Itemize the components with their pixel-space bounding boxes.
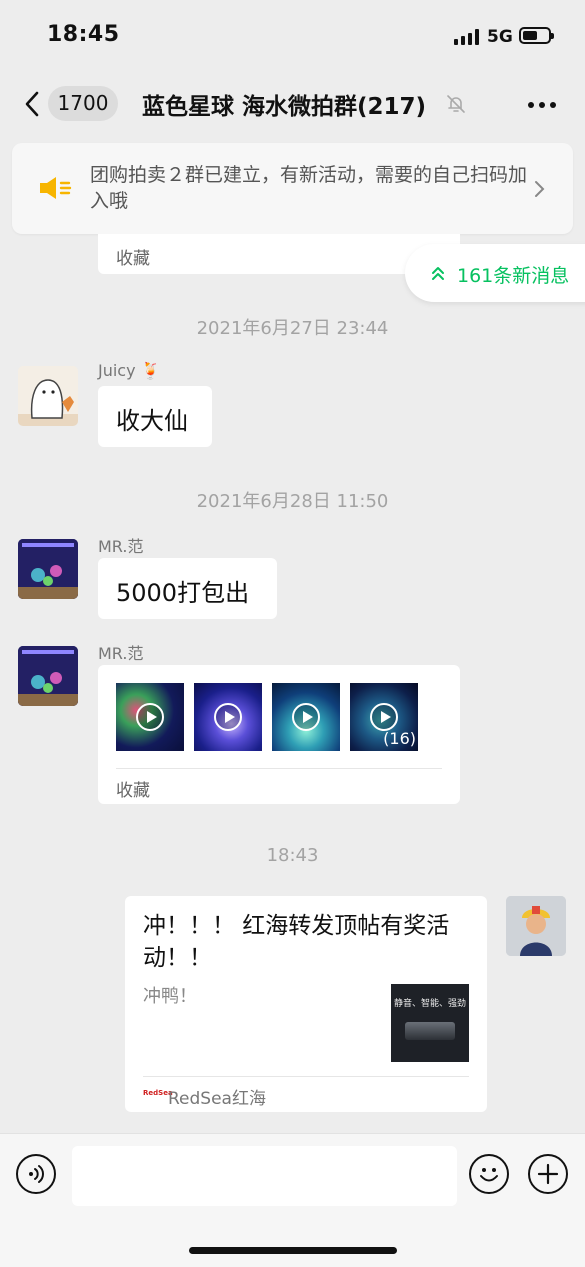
play-icon [136, 703, 164, 731]
message-timestamp: 18:43 [266, 845, 319, 866]
my-avatar[interactable] [506, 896, 566, 956]
double-chevron-up-icon [432, 267, 444, 280]
divider [143, 1076, 469, 1077]
message-timestamp: 2021年6月27日 23:44 [196, 318, 389, 339]
video-thumbnail[interactable] [272, 683, 340, 751]
play-icon [370, 703, 398, 731]
message-text: 收大仙 [116, 407, 188, 435]
chevron-right-icon [535, 181, 545, 197]
announcement-speaker-icon [40, 177, 72, 199]
more-options-icon[interactable] [528, 92, 558, 116]
thumbnail-caption: 静音、智能、强劲 [393, 999, 466, 1009]
add-more-icon[interactable] [528, 1154, 568, 1194]
emoji-icon[interactable] [469, 1154, 509, 1194]
text-message-bubble[interactable]: 收大仙 [98, 386, 212, 447]
message-text: 5000打包出 [116, 579, 250, 607]
play-icon [214, 703, 242, 731]
link-card-bubble[interactable]: 冲！！！ 红海转发顶帖有奖活动！！ 冲鸭！ 静音、智能、强劲 RedSea Re… [125, 896, 487, 1112]
video-thumbnail[interactable] [194, 683, 262, 751]
cellular-signal-icon [454, 29, 480, 45]
link-thumbnail: 静音、智能、强劲 [391, 984, 469, 1062]
video-thumbnail[interactable] [116, 683, 184, 751]
status-bar: 18:45 5G [0, 0, 585, 76]
network-type: 5G [487, 27, 513, 47]
more-items-count: (16) [383, 729, 416, 748]
favorite-label[interactable]: 收藏 [116, 244, 150, 269]
group-notice-banner[interactable]: 团购拍卖２群已建立，有新活动，需要的自己扫码加入哦 [12, 143, 573, 234]
text-message-bubble[interactable]: 5000打包出 [98, 558, 277, 619]
message-timestamp: 2021年6月28日 11:50 [196, 491, 389, 512]
avatar[interactable] [18, 539, 78, 599]
chat-header: 1700 蓝色星球 海水微拍群(217) [0, 76, 585, 132]
muted-bell-icon [447, 95, 465, 113]
play-icon [292, 703, 320, 731]
link-source: RedSea红海 [168, 1089, 266, 1109]
message-input[interactable] [72, 1146, 457, 1206]
new-messages-button[interactable]: 161条新消息 [405, 244, 585, 302]
back-arrow-icon[interactable] [22, 90, 48, 118]
chat-title: 蓝色星球 海水微拍群(217) [142, 94, 427, 120]
sender-name: Juicy 🍹 [98, 361, 161, 380]
divider [116, 768, 442, 769]
product-image [405, 1022, 455, 1040]
unread-count-badge[interactable]: 1700 [48, 86, 118, 121]
group-notice-text: 团购拍卖２群已建立，有新活动，需要的自己扫码加入哦 [90, 164, 528, 212]
favorite-label[interactable]: 收藏 [116, 776, 150, 801]
link-title: 冲！！！ 红海转发顶帖有奖活动！！ [143, 913, 450, 971]
home-indicator [189, 1247, 397, 1254]
video-thumbnail[interactable]: (16) [350, 683, 418, 751]
sender-name: MR.范 [98, 537, 144, 556]
chat-input-bar [0, 1133, 585, 1267]
voice-input-icon[interactable] [16, 1154, 56, 1194]
link-description: 冲鸭！ [143, 986, 197, 1007]
status-time: 18:45 [47, 22, 120, 47]
sender-name: MR.范 [98, 644, 144, 663]
avatar[interactable] [18, 366, 78, 426]
video-album-bubble[interactable]: (16) 收藏 [98, 665, 460, 804]
battery-icon [519, 27, 554, 44]
new-messages-label: 161条新消息 [457, 265, 570, 287]
avatar[interactable] [18, 646, 78, 706]
